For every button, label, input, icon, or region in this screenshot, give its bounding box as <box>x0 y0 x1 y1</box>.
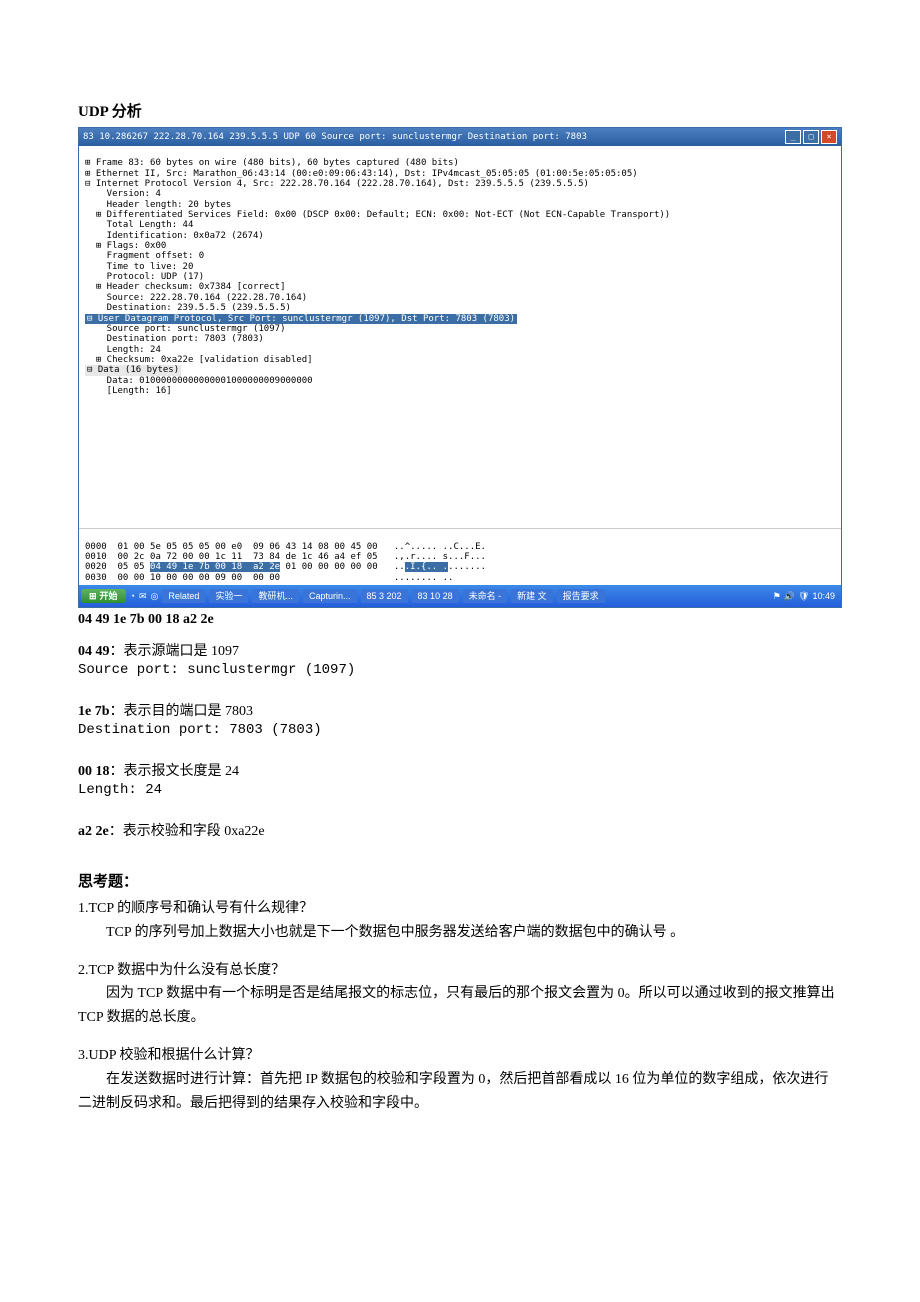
a1-text: TCP 的序列号加上数据大小也就是下一个数据包中服务器发送给客户端的数据包中的确… <box>78 921 842 945</box>
taskbar-item[interactable]: Capturin... <box>303 589 357 603</box>
quicklaunch-icon[interactable]: ✉ <box>139 591 147 601</box>
hex-pane: 0000 01 00 5e 05 05 05 00 e0 09 06 43 14… <box>79 528 841 585</box>
detail-line: ⊞ Ethernet II, Src: Marathon_06:43:14 (0… <box>85 169 638 179</box>
taskbar-item[interactable]: 85 3 202 <box>361 589 408 603</box>
field-mono: Source port: sunclustermgr (1097) <box>78 660 842 680</box>
q1-text: 1.TCP 的顺序号和确认号有什么规律？ <box>78 897 842 921</box>
taskbar-item[interactable]: Related <box>162 589 205 603</box>
field-label: 00 18 <box>78 764 110 779</box>
windows-taskbar: ⊞ 开始 ◔ ✉ ◎ Related 实验一 教研机... Capturin..… <box>79 585 841 607</box>
q3-text: 3.UDP 校验和根据什么计算？ <box>78 1044 842 1068</box>
windows-logo-icon: ⊞ <box>89 591 97 601</box>
field-label: a2 2e <box>78 824 109 839</box>
field-desc: ：表示校验和字段 0xa22e <box>109 824 265 839</box>
detail-line: Protocol: UDP (17) <box>85 272 204 282</box>
wireshark-titlebar: 83 10.286267 222.28.70.164 239.5.5.5 UDP… <box>79 128 841 146</box>
detail-line: ⊟ Data (16 bytes) <box>85 365 181 375</box>
detail-line: ⊟ Internet Protocol Version 4, Src: 222.… <box>85 179 589 189</box>
detail-line: Source: 222.28.70.164 (222.28.70.164) <box>85 293 307 303</box>
packet-details-pane: ⊞ Frame 83: 60 bytes on wire (480 bits),… <box>79 146 841 528</box>
field-0449: 04 49：表示源端口是 1097 Source port: suncluste… <box>78 640 842 680</box>
thinking-title: 思考题： <box>78 870 842 891</box>
detail-line: Total Length: 44 <box>85 220 193 230</box>
field-desc: ：表示源端口是 1097 <box>110 644 240 659</box>
wireshark-window: 83 10.286267 222.28.70.164 239.5.5.5 UDP… <box>78 127 842 608</box>
taskbar-item[interactable]: 新建 文 <box>511 589 553 603</box>
detail-line: Time to live: 20 <box>85 262 193 272</box>
field-0018: 00 18：表示报文长度是 24 Length: 24 <box>78 760 842 800</box>
hex-row: 0000 01 00 5e 05 05 05 00 e0 09 06 43 14… <box>85 542 486 552</box>
detail-line: Length: 24 <box>85 345 161 355</box>
tray-icon[interactable]: 🛡 <box>798 591 809 601</box>
field-label: 04 49 <box>78 644 110 659</box>
tray-time: 10:49 <box>812 591 835 601</box>
field-mono: Length: 24 <box>78 780 842 800</box>
detail-line: Header length: 20 bytes <box>85 200 231 210</box>
field-desc: ：表示目的端口是 7803 <box>110 704 254 719</box>
taskbar-item[interactable]: 报告要求 <box>557 589 605 603</box>
taskbar-item[interactable]: 实验一 <box>209 589 248 603</box>
detail-line: ⊞ Header checksum: 0x7384 [correct] <box>85 282 285 292</box>
quicklaunch-icon[interactable]: ◔ <box>130 591 135 601</box>
window-controls: _ □ × <box>785 130 837 144</box>
detail-line: Source port: sunclustermgr (1097) <box>85 324 285 334</box>
close-icon[interactable]: × <box>821 130 837 144</box>
field-desc: ：表示报文长度是 24 <box>110 764 240 779</box>
hex-row: 0010 00 2c 0a 72 00 00 1c 11 73 84 de 1c… <box>85 552 486 562</box>
question-2: 2.TCP 数据中为什么没有总长度？ 因为 TCP 数据中有一个标明是否是结尾报… <box>78 959 842 1030</box>
a2-text: 因为 TCP 数据中有一个标明是否是结尾报文的标志位，只有最后的那个报文会置为 … <box>78 982 842 1030</box>
section-title-udp: UDP 分析 <box>78 100 842 121</box>
hex-row: 0030 00 00 10 00 00 00 09 00 00 00 .....… <box>85 573 453 583</box>
detail-line: Fragment offset: 0 <box>85 251 204 261</box>
detail-line: ⊞ Frame 83: 60 bytes on wire (480 bits),… <box>85 158 459 168</box>
detail-line: ⊞ Differentiated Services Field: 0x00 (D… <box>85 210 670 220</box>
detail-line: Destination: 239.5.5.5 (239.5.5.5) <box>85 303 291 313</box>
start-button[interactable]: ⊞ 开始 <box>81 589 126 603</box>
maximize-icon[interactable]: □ <box>803 130 819 144</box>
detail-line: Data: 01000000000000001000000009000000 <box>85 376 313 386</box>
hex-selected-ascii: .I.{.. . <box>405 562 448 572</box>
quicklaunch-icon[interactable]: ◎ <box>151 591 159 601</box>
detail-line: Identification: 0x0a72 (2674) <box>85 231 264 241</box>
q2-text: 2.TCP 数据中为什么没有总长度？ <box>78 959 842 983</box>
question-1: 1.TCP 的顺序号和确认号有什么规律？ TCP 的序列号加上数据大小也就是下一… <box>78 897 842 945</box>
hex-row: 0020 05 05 04 49 1e 7b 00 18 a2 2e 01 00… <box>85 562 486 572</box>
hex-selected: 04 49 1e 7b 00 18 a2 2e <box>150 562 280 572</box>
system-tray: ⚑ 🔊 🛡 10:49 <box>773 591 839 601</box>
field-label: 1e 7b <box>78 704 110 719</box>
field-1e7b: 1e 7b：表示目的端口是 7803 Destination port: 780… <box>78 700 842 740</box>
wireshark-title-text: 83 10.286267 222.28.70.164 239.5.5.5 UDP… <box>83 132 587 142</box>
hex-bytes-line: 04 49 1e 7b 00 18 a2 2e <box>78 612 842 628</box>
taskbar-item[interactable]: 教研机... <box>252 589 299 603</box>
question-3: 3.UDP 校验和根据什么计算？ 在发送数据时进行计算：首先把 IP 数据包的校… <box>78 1044 842 1115</box>
tray-icon[interactable]: 🔊 <box>784 591 795 601</box>
detail-line: Version: 4 <box>85 189 161 199</box>
minimize-icon[interactable]: _ <box>785 130 801 144</box>
a3-text: 在发送数据时进行计算：首先把 IP 数据包的校验和字段置为 0，然后把首部看成以… <box>78 1068 842 1116</box>
detail-line: Destination port: 7803 (7803) <box>85 334 264 344</box>
taskbar-item[interactable]: 未命名 - <box>463 589 508 603</box>
detail-line: [Length: 16] <box>85 386 172 396</box>
taskbar-item[interactable]: 83 10 28 <box>412 589 459 603</box>
detail-line: ⊞ Flags: 0x00 <box>85 241 166 251</box>
tray-icon[interactable]: ⚑ <box>773 591 781 601</box>
detail-line-selected: ⊟ User Datagram Protocol, Src Port: sunc… <box>85 314 517 324</box>
field-mono: Destination port: 7803 (7803) <box>78 720 842 740</box>
field-a22e: a2 2e：表示校验和字段 0xa22e <box>78 820 842 840</box>
start-label: 开始 <box>100 591 118 601</box>
detail-line: ⊞ Checksum: 0xa22e [validation disabled] <box>85 355 313 365</box>
